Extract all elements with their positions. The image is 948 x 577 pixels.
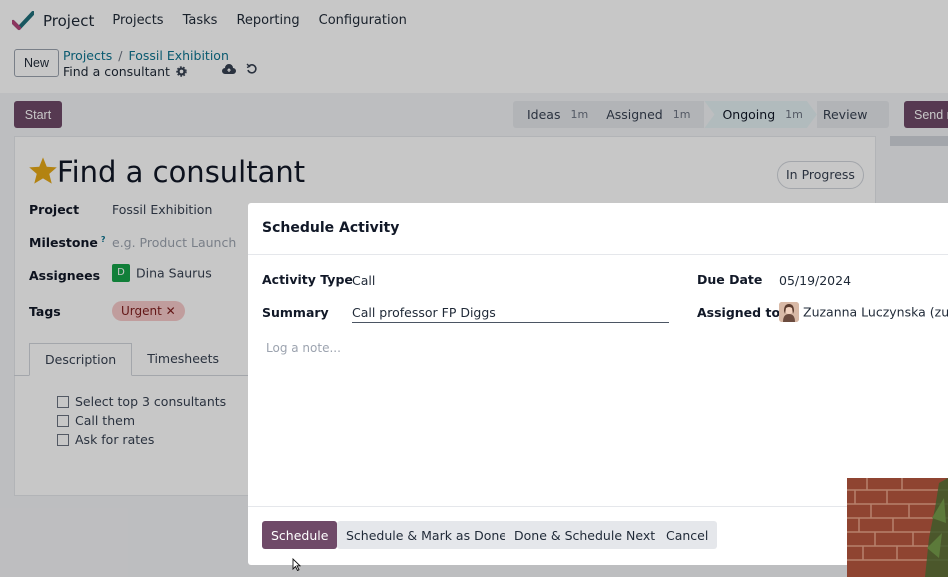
- dialog-title: Schedule Activity: [248, 203, 948, 255]
- due-date-field[interactable]: 05/19/2024: [779, 273, 851, 288]
- summary-label: Summary: [262, 305, 329, 320]
- activity-type-label: Activity Type: [262, 272, 353, 287]
- mouse-cursor-icon: [292, 558, 301, 571]
- schedule-activity-dialog: Schedule Activity Activity Type Call Sum…: [248, 203, 948, 571]
- schedule-mark-done-button[interactable]: Schedule & Mark as Done: [337, 521, 516, 549]
- assigned-user-name: Zuzanna Luczynska (zulu): [803, 304, 948, 320]
- dialog-footer-divider: [248, 506, 948, 507]
- note-editor[interactable]: Log a note...: [266, 341, 341, 355]
- assigned-to-field[interactable]: Zuzanna Luczynska (zulu): [779, 302, 948, 322]
- user-photo-icon: [779, 302, 799, 322]
- schedule-button[interactable]: Schedule: [262, 521, 338, 549]
- user-avatar: [779, 302, 799, 322]
- activity-type-field[interactable]: Call: [352, 273, 375, 288]
- cancel-button[interactable]: Cancel: [657, 521, 718, 549]
- webcam-overlay: [847, 478, 948, 577]
- assigned-to-label: Assigned to: [697, 305, 781, 320]
- due-date-label: Due Date: [697, 272, 763, 287]
- summary-input[interactable]: [352, 302, 669, 323]
- done-schedule-next-button[interactable]: Done & Schedule Next: [505, 521, 665, 549]
- brick-wall-image: [847, 478, 948, 577]
